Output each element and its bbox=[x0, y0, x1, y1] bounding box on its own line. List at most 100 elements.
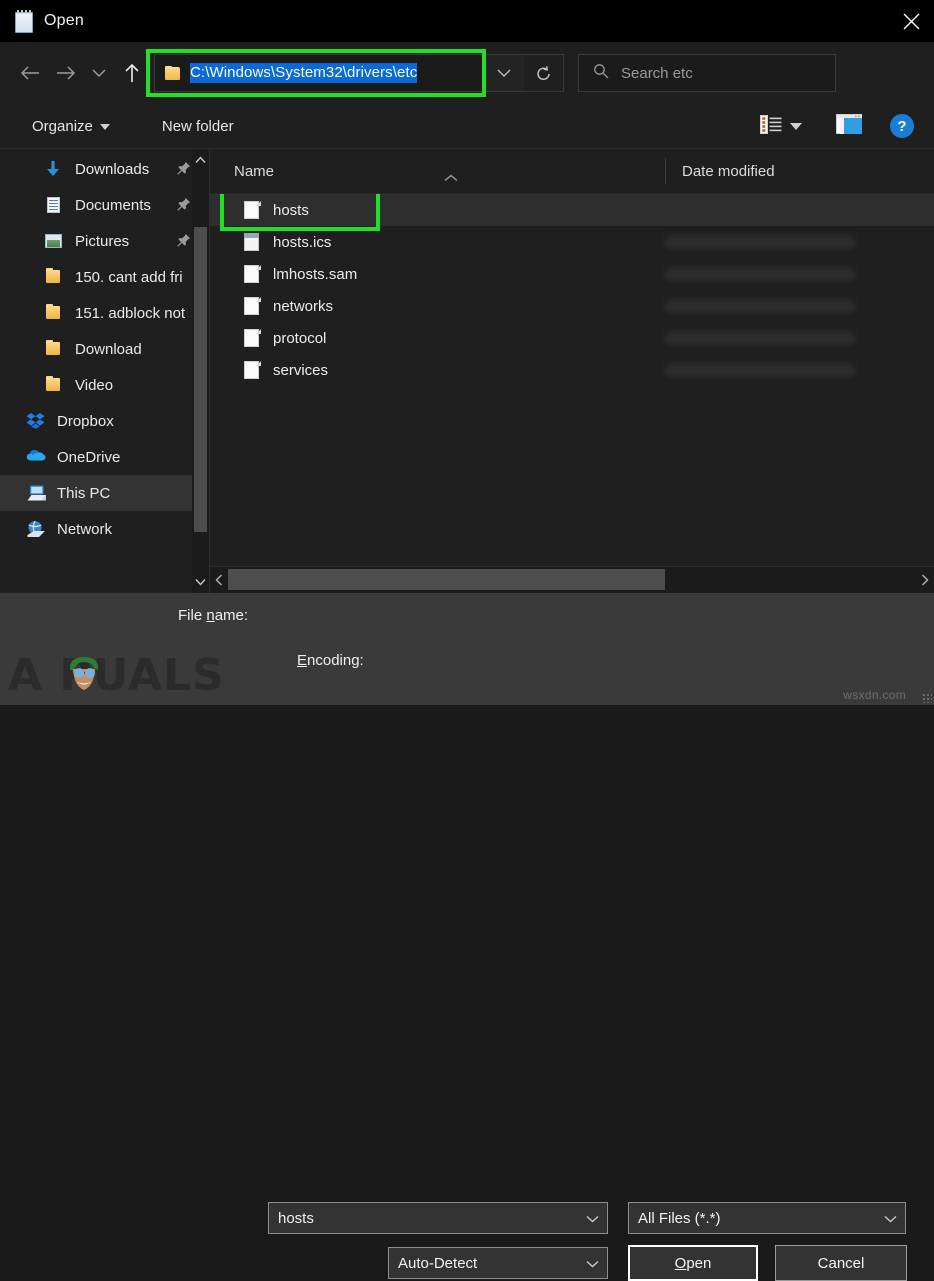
notepad-icon bbox=[14, 10, 34, 32]
organize-label: Organize bbox=[32, 118, 93, 135]
sidebar-item-label: 151. adblock not bbox=[75, 305, 185, 322]
organize-button[interactable]: Organize bbox=[24, 114, 118, 139]
search-input[interactable]: Search etc bbox=[578, 54, 836, 92]
filter-chevron-down-icon[interactable] bbox=[884, 1210, 897, 1227]
text-file-icon bbox=[244, 264, 261, 284]
sidebar-item-pictures[interactable]: Pictures bbox=[0, 223, 209, 259]
close-icon[interactable] bbox=[888, 0, 934, 42]
table-row[interactable]: services bbox=[210, 354, 934, 386]
pictures-icon bbox=[44, 232, 63, 250]
encoding-label: Encoding: bbox=[297, 652, 364, 669]
encoding-select[interactable]: Auto-Detect bbox=[388, 1247, 608, 1279]
file-name: lmhosts.sam bbox=[273, 266, 357, 283]
column-header-date-modified[interactable]: Date modified bbox=[665, 158, 934, 184]
scroll-up-icon[interactable] bbox=[192, 149, 209, 171]
preview-pane-button[interactable] bbox=[830, 110, 868, 142]
pin-icon[interactable] bbox=[177, 161, 191, 179]
new-folder-button[interactable]: New folder bbox=[154, 114, 242, 139]
open-button[interactable]: Open bbox=[628, 1245, 758, 1281]
filename-label: File name: bbox=[178, 607, 248, 624]
scroll-left-icon[interactable] bbox=[210, 567, 228, 593]
pin-icon[interactable] bbox=[177, 197, 191, 215]
pin-icon[interactable] bbox=[177, 233, 191, 251]
column-header-name[interactable]: Name bbox=[210, 163, 665, 180]
calendar-file-icon bbox=[244, 232, 261, 252]
address-bar-area: C:\Windows\System32\drivers\etc Search e… bbox=[154, 51, 922, 95]
scroll-right-icon[interactable] bbox=[916, 567, 934, 593]
view-mode-button[interactable] bbox=[754, 111, 808, 142]
view-chevron-down-icon[interactable] bbox=[790, 118, 802, 135]
sidebar-item-label: Pictures bbox=[75, 233, 129, 250]
search-icon bbox=[593, 63, 609, 83]
scroll-down-icon[interactable] bbox=[192, 571, 209, 593]
file-type-filter[interactable]: All Files (*.*) bbox=[628, 1202, 906, 1234]
recent-locations-chevron-down-icon[interactable] bbox=[84, 53, 114, 93]
navigation-bar: C:\Windows\System32\drivers\etc Search e… bbox=[0, 42, 934, 104]
chevron-down-icon bbox=[100, 118, 110, 135]
sidebar-item-label: Documents bbox=[75, 197, 151, 214]
address-path-text[interactable]: C:\Windows\System32\drivers\etc bbox=[190, 63, 417, 83]
sidebar-item-dropbox[interactable]: Dropbox bbox=[0, 403, 209, 439]
address-dropdown-chevron-down-icon[interactable] bbox=[483, 54, 525, 92]
sidebar-item-150-cant-add-fri[interactable]: 150. cant add fri bbox=[0, 259, 209, 295]
file-name: protocol bbox=[273, 330, 326, 347]
file-date-modified bbox=[665, 300, 855, 312]
help-button[interactable]: ? bbox=[890, 114, 914, 138]
sidebar-item-documents[interactable]: Documents bbox=[0, 187, 209, 223]
sidebar-item-video[interactable]: Video bbox=[0, 367, 209, 403]
file-name: networks bbox=[273, 298, 333, 315]
table-row[interactable]: hosts.ics bbox=[210, 226, 934, 258]
sidebar-item-label: 150. cant add fri bbox=[75, 269, 183, 286]
filename-value[interactable]: hosts bbox=[278, 1210, 314, 1227]
window-buttons bbox=[888, 0, 934, 42]
sidebar-item-onedrive[interactable]: OneDrive bbox=[0, 439, 209, 475]
file-type-value[interactable]: All Files (*.*) bbox=[638, 1210, 721, 1227]
file-rows-container: hosts hosts.ics lmhosts.sam networks protoco… bbox=[210, 194, 934, 566]
file-name: hosts bbox=[273, 202, 309, 219]
onedrive-icon bbox=[26, 448, 45, 466]
file-date-modified bbox=[665, 332, 855, 344]
table-row[interactable]: lmhosts.sam bbox=[210, 258, 934, 290]
cancel-button[interactable]: Cancel bbox=[775, 1245, 907, 1281]
horizontal-scroll-thumb[interactable] bbox=[228, 569, 665, 590]
watermark-credit: wsxdn.com bbox=[843, 688, 906, 702]
horizontal-scrollbar[interactable] bbox=[210, 566, 934, 593]
table-row[interactable]: hosts bbox=[210, 194, 934, 226]
list-view-icon bbox=[760, 115, 782, 138]
column-header-name-label: Name bbox=[234, 163, 274, 180]
watermark-brand: A PUALS bbox=[8, 650, 225, 701]
table-row[interactable]: protocol bbox=[210, 322, 934, 354]
back-arrow-icon[interactable] bbox=[12, 53, 48, 93]
sidebar-scrollbar[interactable] bbox=[192, 149, 209, 593]
filename-chevron-down-icon[interactable] bbox=[586, 1210, 599, 1227]
column-header-date-label: Date modified bbox=[682, 163, 775, 180]
sidebar-item-label: OneDrive bbox=[57, 449, 120, 466]
encoding-chevron-down-icon[interactable] bbox=[586, 1255, 599, 1272]
horizontal-scroll-track[interactable] bbox=[228, 567, 916, 593]
address-bar[interactable]: C:\Windows\System32\drivers\etc bbox=[154, 54, 484, 92]
this-pc-icon bbox=[26, 484, 45, 502]
sidebar-scroll-thumb[interactable] bbox=[194, 227, 207, 532]
sidebar-item-label: Dropbox bbox=[57, 413, 114, 430]
sidebar-item-label: Video bbox=[75, 377, 113, 394]
sidebar-item-download[interactable]: Download bbox=[0, 331, 209, 367]
file-date-modified bbox=[665, 364, 855, 376]
table-row[interactable]: networks bbox=[210, 290, 934, 322]
sidebar-item-label: Network bbox=[57, 521, 112, 538]
sidebar-item-network[interactable]: Network bbox=[0, 511, 209, 547]
sort-ascending-icon bbox=[444, 169, 458, 186]
download-arrow-icon bbox=[44, 160, 63, 178]
cancel-label: Cancel bbox=[818, 1255, 865, 1272]
forward-arrow-icon[interactable] bbox=[48, 53, 84, 93]
sidebar-item-this-pc[interactable]: This PC bbox=[0, 475, 209, 511]
dialog-body: Downloads Documents Pictures 150. cant add … bbox=[0, 149, 934, 593]
up-arrow-icon[interactable] bbox=[114, 53, 150, 93]
filename-input[interactable]: hosts bbox=[268, 1202, 608, 1234]
resize-grip-icon[interactable] bbox=[922, 693, 932, 703]
refresh-icon[interactable] bbox=[524, 54, 564, 92]
encoding-value[interactable]: Auto-Detect bbox=[398, 1255, 477, 1272]
preview-pane-icon bbox=[836, 114, 862, 138]
sidebar-item-151-adblock-not[interactable]: 151. adblock not bbox=[0, 295, 209, 331]
sidebar-item-downloads[interactable]: Downloads bbox=[0, 151, 209, 187]
title-bar: Open bbox=[0, 0, 934, 42]
